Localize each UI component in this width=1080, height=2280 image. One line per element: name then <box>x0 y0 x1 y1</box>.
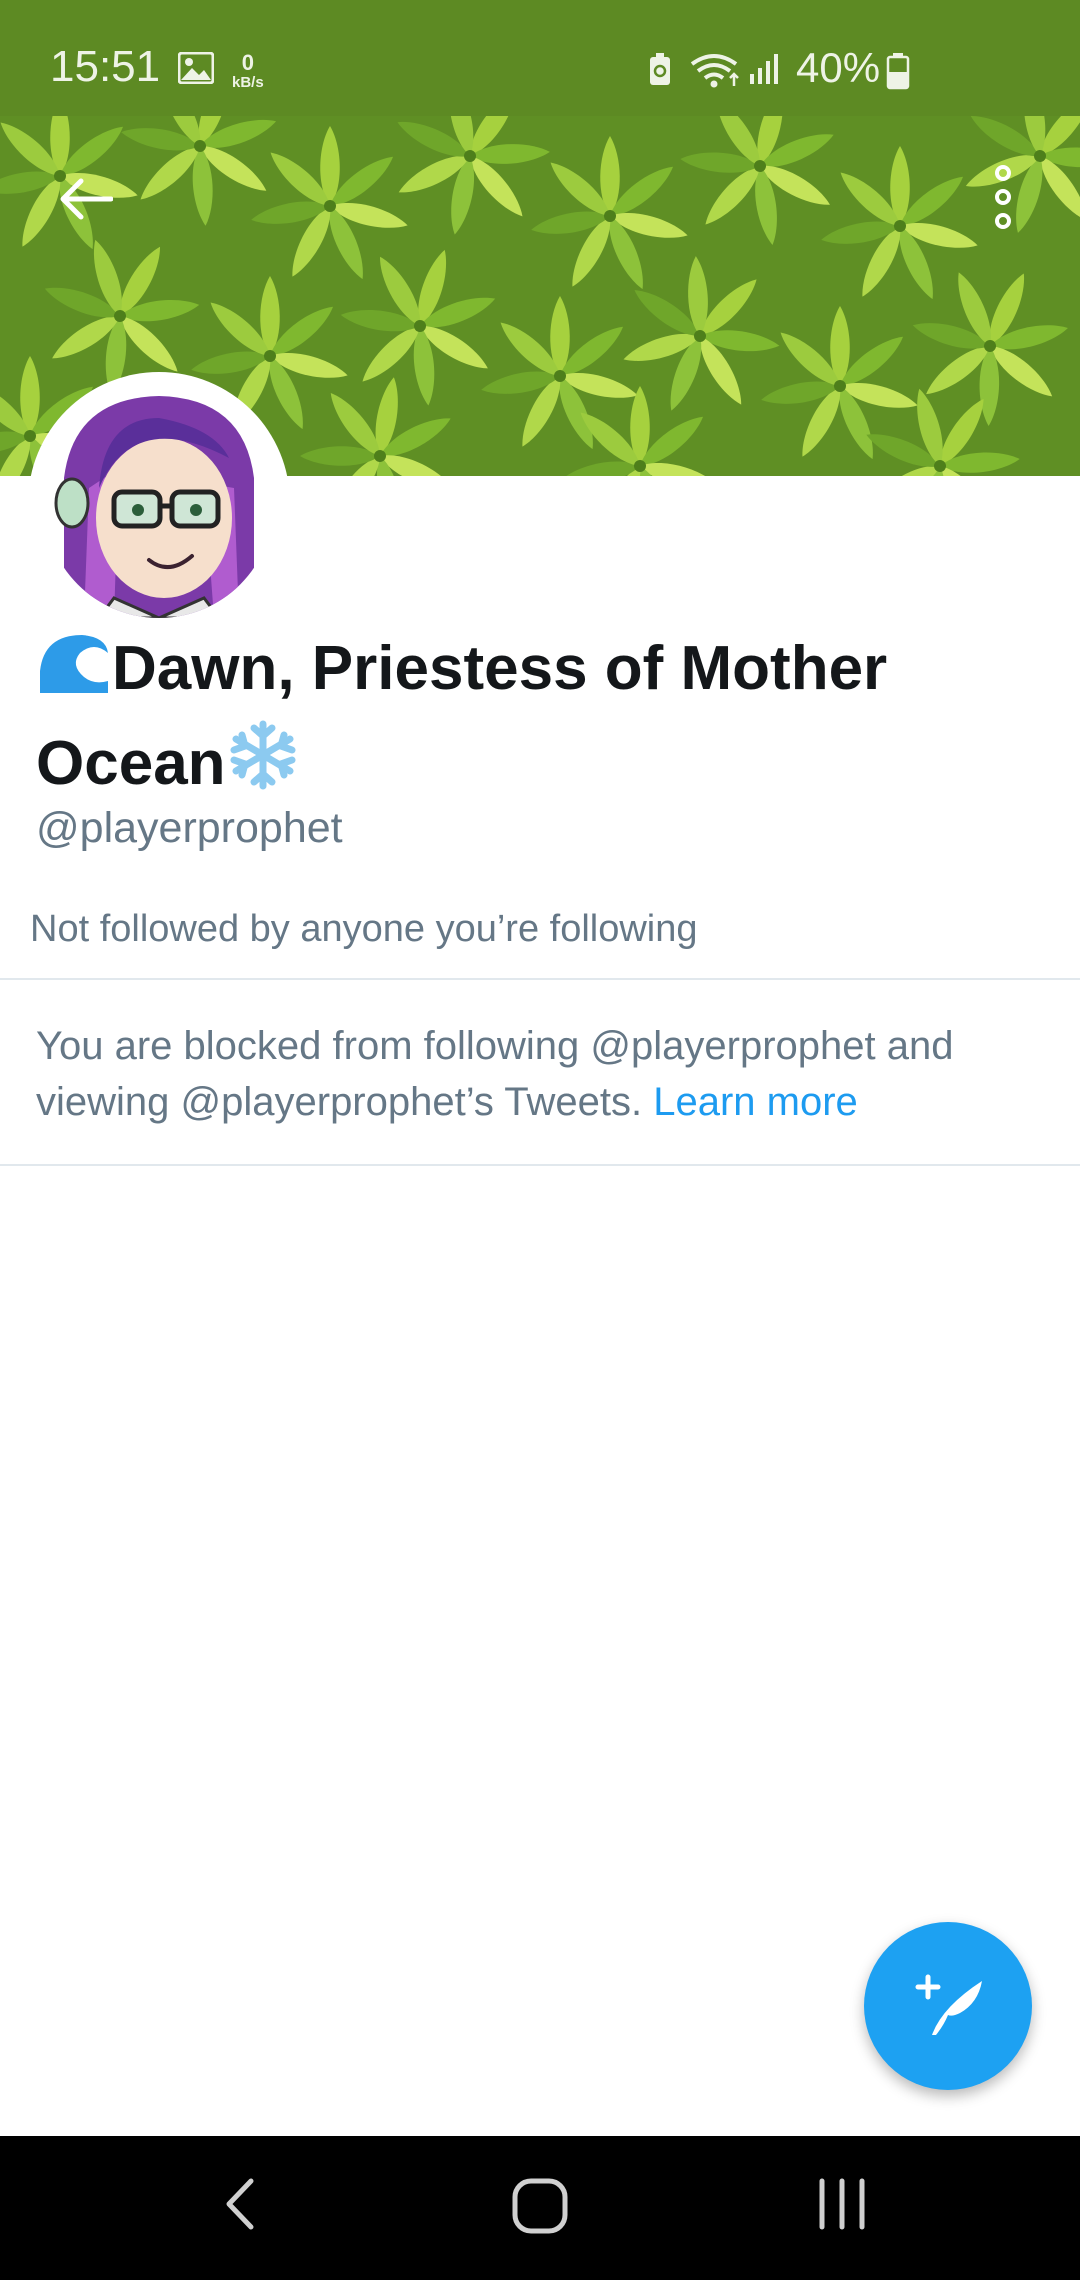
profile-handle: @playerprophet <box>36 804 343 852</box>
arrow-left-icon <box>57 177 114 226</box>
battery-percent: 40% <box>796 44 881 91</box>
profile-name-line2: Ocean <box>36 729 226 798</box>
system-navigation-bar <box>0 2136 1080 2280</box>
avatar[interactable] <box>28 372 290 634</box>
network-speed: 0 kB/s <box>232 50 264 92</box>
more-options-button[interactable] <box>958 154 1048 244</box>
status-time: 15:51 <box>50 42 161 91</box>
profile-name-line1: Dawn, Priestess of Mother <box>112 634 888 703</box>
wave-emoji-icon <box>36 631 112 718</box>
nav-recents-icon <box>816 2177 868 2236</box>
snowflake-emoji-icon <box>226 718 300 813</box>
blocked-notice: You are blocked from following @playerpr… <box>36 1018 1046 1130</box>
compose-tweet-icon <box>908 1969 988 2044</box>
nav-recents-button[interactable] <box>812 2176 872 2236</box>
battery-icon <box>886 52 910 95</box>
wifi-icon <box>690 52 742 93</box>
profile-display-name: Dawn, Priestess of Mother Ocean <box>36 628 1036 813</box>
divider <box>0 1164 1080 1166</box>
compose-tweet-button[interactable] <box>864 1922 1032 2090</box>
learn-more-link[interactable]: Learn more <box>653 1080 858 1124</box>
status-bar: 15:51 0 kB/s 40% <box>0 0 1080 116</box>
back-button[interactable] <box>40 156 130 246</box>
nav-home-icon <box>512 2178 568 2239</box>
gallery-icon <box>177 51 215 89</box>
nav-back-icon <box>223 2177 257 2236</box>
nav-home-button[interactable] <box>508 2176 572 2240</box>
followed-by-text: Not followed by anyone you’re following <box>30 908 698 950</box>
signal-icon <box>748 52 782 91</box>
more-vertical-icon <box>991 164 1015 234</box>
divider <box>0 978 1080 980</box>
battery-saver-icon <box>648 52 672 91</box>
nav-back-button[interactable] <box>210 2176 270 2236</box>
